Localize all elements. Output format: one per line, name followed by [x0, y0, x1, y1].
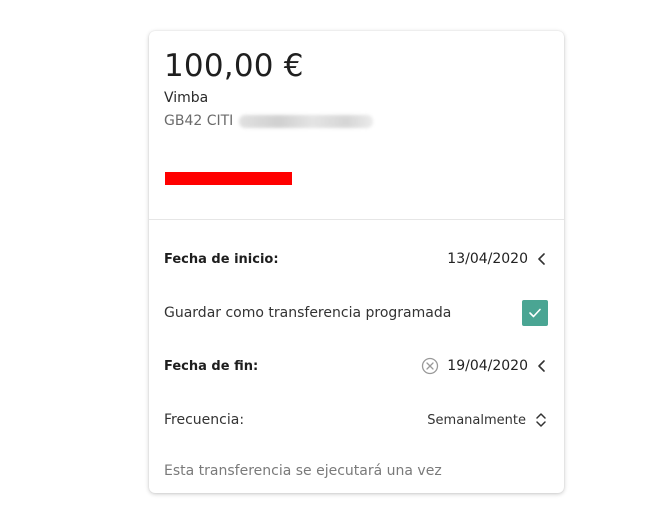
payee-name: Vimba: [164, 90, 209, 106]
checkmark-icon: [529, 308, 541, 318]
start-date-control[interactable]: 13/04/2020: [447, 251, 548, 267]
end-date-control[interactable]: 19/04/2020: [421, 357, 548, 375]
frequency-row[interactable]: Frecuencia: Semanalmente: [164, 408, 548, 432]
frequency-value: Semanalmente: [427, 412, 526, 428]
start-date-row[interactable]: Fecha de inicio: 13/04/2020: [164, 247, 548, 271]
save-scheduled-row[interactable]: Guardar como transferencia programada: [164, 300, 548, 326]
chevron-left-icon[interactable]: [536, 358, 548, 374]
transfer-card: 100,00 € Vimba GB42 CITI Fecha de inicio…: [149, 31, 564, 493]
frequency-select[interactable]: Semanalmente: [427, 411, 548, 429]
execution-info-text: Esta transferencia se ejecutará una vez: [164, 463, 442, 479]
frequency-label: Frecuencia:: [164, 412, 245, 428]
iban-prefix: GB42 CITI: [164, 113, 234, 129]
clear-circle-icon[interactable]: [421, 357, 439, 375]
iban-blurred-digits: [239, 114, 374, 128]
chevron-left-icon[interactable]: [536, 251, 548, 267]
start-date-value: 13/04/2020: [447, 251, 528, 267]
end-date-value: 19/04/2020: [447, 358, 528, 374]
save-scheduled-checkbox[interactable]: [522, 300, 548, 326]
transfer-amount: 100,00 €: [164, 48, 304, 84]
up-down-chevron-icon[interactable]: [534, 411, 548, 429]
payee-iban: GB42 CITI: [164, 113, 374, 129]
section-divider: [149, 219, 564, 220]
save-scheduled-label: Guardar como transferencia programada: [164, 305, 452, 321]
start-date-label: Fecha de inicio:: [164, 251, 279, 267]
end-date-row[interactable]: Fecha de fin: 19/04/2020: [164, 354, 548, 378]
redaction-bar: [165, 172, 292, 185]
end-date-label: Fecha de fin:: [164, 358, 259, 374]
